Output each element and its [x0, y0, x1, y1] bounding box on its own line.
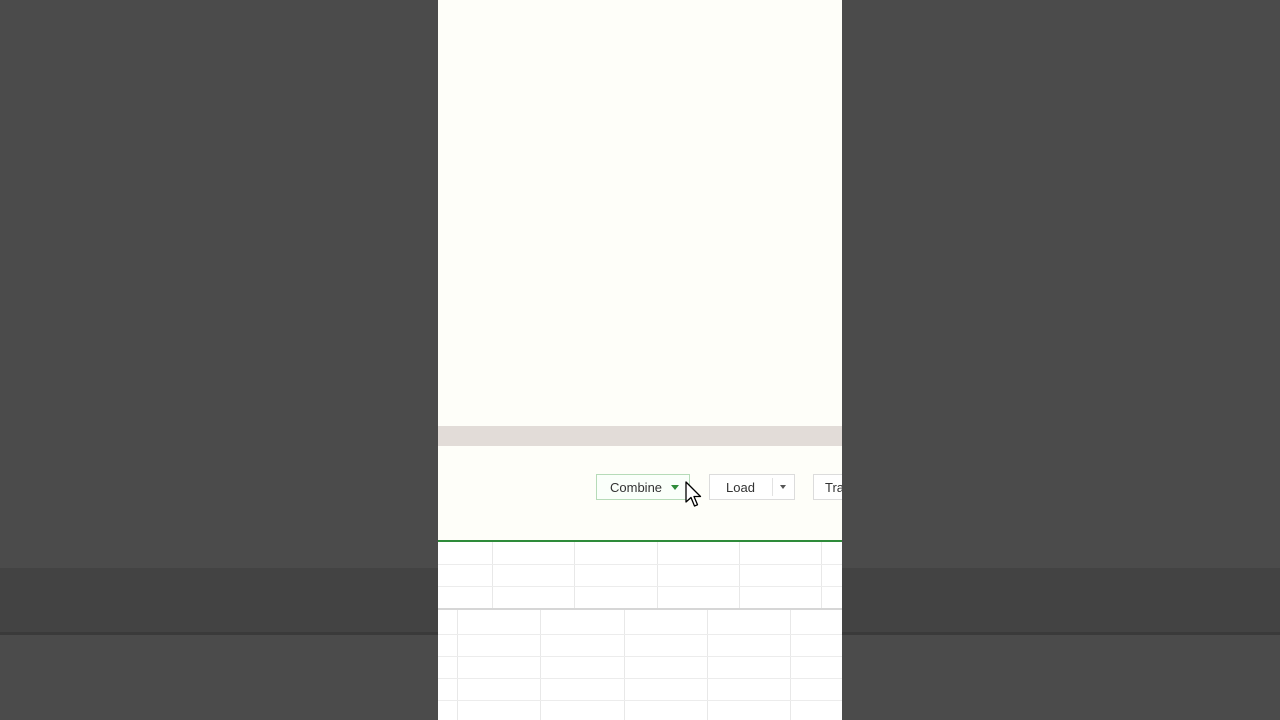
- grid-column-line: [540, 610, 541, 720]
- dialog-footer: Combine Load Tra: [438, 446, 842, 540]
- grid-column-line: [657, 542, 658, 608]
- load-button[interactable]: Load: [709, 474, 795, 500]
- grid-column-line: [574, 542, 575, 608]
- grid-column-line: [707, 610, 708, 720]
- combine-button-label: Combine: [610, 479, 663, 495]
- transform-data-button-label: Tra: [825, 479, 842, 495]
- grid-row-line: [438, 656, 842, 657]
- grid-divider: [438, 608, 842, 610]
- mouse-pointer-icon: [685, 481, 702, 507]
- grid-column-line: [739, 542, 740, 608]
- combine-button[interactable]: Combine: [596, 474, 690, 500]
- load-button-label: Load: [726, 479, 755, 495]
- chevron-down-icon[interactable]: [780, 485, 786, 489]
- grid-column-line: [624, 610, 625, 720]
- grid-row-line: [438, 564, 842, 565]
- grid-row-line: [438, 700, 842, 701]
- grid-column-line: [821, 542, 822, 608]
- grid-row-line: [438, 634, 842, 635]
- dialog-preview-area: [438, 0, 842, 426]
- excel-window: Combine Load Tra: [438, 0, 842, 720]
- transform-data-button[interactable]: Tra: [813, 474, 842, 500]
- grid-column-line: [457, 610, 458, 720]
- grid-column-line: [492, 542, 493, 608]
- grid-column-line: [790, 610, 791, 720]
- chevron-down-icon[interactable]: [671, 485, 679, 490]
- grid-row-line: [438, 678, 842, 679]
- grid-row-line: [438, 586, 842, 587]
- dialog-separator: [438, 426, 842, 446]
- spreadsheet-grid[interactable]: [438, 542, 842, 720]
- load-button-divider: [772, 478, 773, 496]
